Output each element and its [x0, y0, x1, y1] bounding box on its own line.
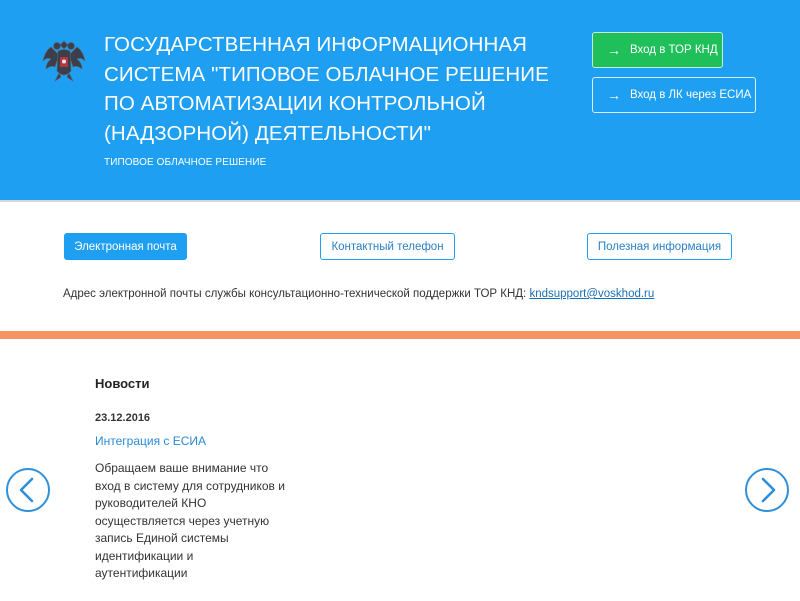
login-tor-knd-label: Вход в ТОР КНД [630, 44, 718, 56]
contact-tabs: Электронная почта Контактный телефон Пол… [0, 233, 800, 263]
chevron-left-icon [19, 477, 34, 503]
login-esia-button[interactable]: → Вход в ЛК через ЕСИА [592, 77, 756, 113]
arrow-right-icon: → [607, 42, 621, 58]
news-section: Новости 23.12.2016 Интеграция с ЕСИА Обр… [95, 376, 295, 583]
coat-of-arms-icon [37, 33, 91, 87]
login-esia-label: Вход в ЛК через ЕСИА [630, 89, 752, 101]
carousel-prev-button[interactable] [6, 468, 50, 512]
arrow-right-icon: → [607, 87, 621, 103]
tab-email[interactable]: Электронная почта [64, 233, 187, 260]
header-divider [0, 200, 800, 202]
news-title-link[interactable]: Интеграция с ЕСИА [95, 434, 295, 448]
login-tor-knd-button[interactable]: → Вход в ТОР КНД [592, 32, 723, 68]
system-title: ГОСУДАРСТВЕННАЯ ИНФОРМАЦИОННАЯ СИСТЕМА "… [104, 33, 549, 145]
news-body: Обращаем ваше внимание что вход в систем… [95, 461, 285, 580]
tab-useful-info[interactable]: Полезная информация [587, 233, 732, 260]
site-header: ГОСУДАРСТВЕННАЯ ИНФОРМАЦИОННАЯ СИСТЕМА "… [0, 0, 800, 200]
section-divider [0, 331, 800, 339]
support-email-line: Адрес электронной почты службы консульта… [63, 288, 654, 300]
support-email-text: Адрес электронной почты службы консульта… [63, 288, 530, 300]
news-date: 23.12.2016 [95, 412, 151, 424]
chevron-right-icon [761, 477, 776, 503]
support-email-link[interactable]: kndsupport@voskhod.ru [529, 288, 654, 300]
carousel-next-button[interactable] [745, 468, 789, 512]
system-subtitle: ТИПОВОЕ ОБЛАЧНОЕ РЕШЕНИЕ [104, 157, 267, 168]
tab-phone[interactable]: Контактный телефон [320, 233, 455, 260]
news-heading: Новости [95, 376, 150, 391]
